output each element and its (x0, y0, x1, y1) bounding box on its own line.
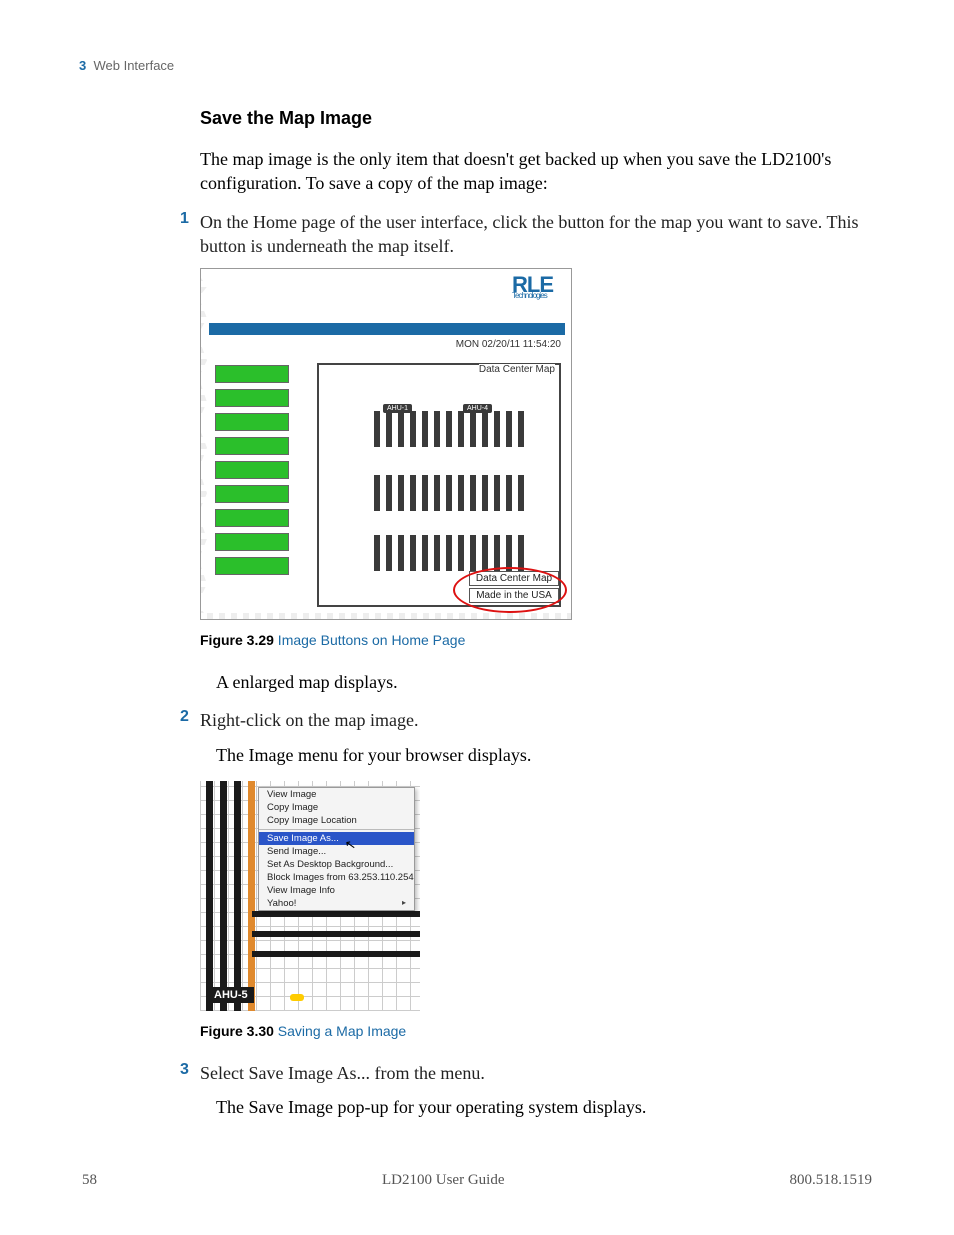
step-2: 2 Right-click on the map image. (200, 708, 880, 732)
section-heading: Save the Map Image (200, 108, 880, 129)
running-header: 3 Web Interface (79, 58, 174, 73)
rack-bar (206, 781, 213, 1011)
map-button-dc[interactable]: Data Center Map (469, 571, 559, 586)
map-button-made[interactable]: Made in the USA (469, 588, 559, 603)
step-3: 3 Select Save Image As... from the menu. (200, 1061, 880, 1085)
step-number: 3 (180, 1061, 200, 1085)
rack-layout: AHU-1 AHU-4 (341, 395, 551, 597)
ahu-5-label: AHU-5 (208, 987, 254, 1003)
step-number: 2 (180, 708, 200, 732)
page-footer: 58 LD2100 User Guide 800.518.1519 (82, 1172, 872, 1189)
chapter-title: Web Interface (93, 58, 174, 73)
figure-330-caption: Figure 3.30 Saving a Map Image (200, 1023, 880, 1039)
menu-copy-image[interactable]: Copy Image (259, 801, 414, 814)
caption-title: Saving a Map Image (274, 1023, 406, 1039)
step-text: On the Home page of the user interface, … (200, 210, 880, 259)
caption-label: Figure 3.30 (200, 1023, 274, 1039)
logo-subtext: Technologies (512, 293, 553, 299)
step-1: 1 On the Home page of the user interface… (200, 210, 880, 259)
menu-yahoo[interactable]: Yahoo! (259, 897, 414, 910)
torn-edge-left (200, 269, 207, 619)
menu-separator (259, 829, 414, 830)
header-strip (209, 323, 565, 335)
caption-label: Figure 3.29 (200, 632, 274, 648)
caption-title: Image Buttons on Home Page (274, 632, 465, 648)
rack-hbar (252, 911, 420, 917)
after-step3-text: The Save Image pop-up for your operating… (216, 1095, 880, 1119)
rack-hbar (252, 951, 420, 957)
map-buttons: Data Center Map Made in the USA (469, 571, 559, 605)
context-menu: View Image Copy Image Copy Image Locatio… (258, 787, 415, 911)
menu-block-images[interactable]: Block Images from 63.253.110.254 (259, 871, 414, 884)
step-text: Select Save Image As... from the menu. (200, 1061, 485, 1085)
step-text: Right-click on the map image. (200, 708, 418, 732)
phone-number: 800.518.1519 (789, 1172, 872, 1189)
orange-bar (248, 781, 255, 1011)
menu-save-image-as[interactable]: Save Image As... (259, 832, 414, 845)
page-number: 58 (82, 1172, 97, 1189)
after-fig1-text: A enlarged map displays. (216, 670, 880, 694)
menu-send-image[interactable]: Send Image... (259, 845, 414, 858)
menu-image-info[interactable]: View Image Info (259, 884, 414, 897)
map-title: Data Center Map (479, 364, 555, 375)
after-step2-text: The Image menu for your browser displays… (216, 743, 880, 767)
torn-edge-bottom (201, 613, 571, 620)
rle-logo: RLE Technologies (512, 277, 553, 298)
figure-330: View Image Copy Image Copy Image Locatio… (200, 781, 420, 1011)
guide-title: LD2100 User Guide (382, 1172, 504, 1189)
rack-bar (234, 781, 241, 1011)
figure-329-caption: Figure 3.29 Image Buttons on Home Page (200, 632, 880, 648)
sidebar-nav (215, 365, 289, 581)
yellow-marker (290, 994, 304, 1001)
figure-329: RLE Technologies MON 02/20/11 11:54:20 D… (200, 268, 572, 620)
intro-paragraph: The map image is the only item that does… (200, 147, 880, 196)
rack-hbar (252, 931, 420, 937)
menu-copy-location[interactable]: Copy Image Location (259, 814, 414, 827)
chapter-number: 3 (79, 58, 86, 73)
menu-view-image[interactable]: View Image (259, 788, 414, 801)
timestamp: MON 02/20/11 11:54:20 (456, 339, 561, 350)
menu-set-background[interactable]: Set As Desktop Background... (259, 858, 414, 871)
rack-bar (220, 781, 227, 1011)
step-number: 1 (180, 210, 200, 259)
